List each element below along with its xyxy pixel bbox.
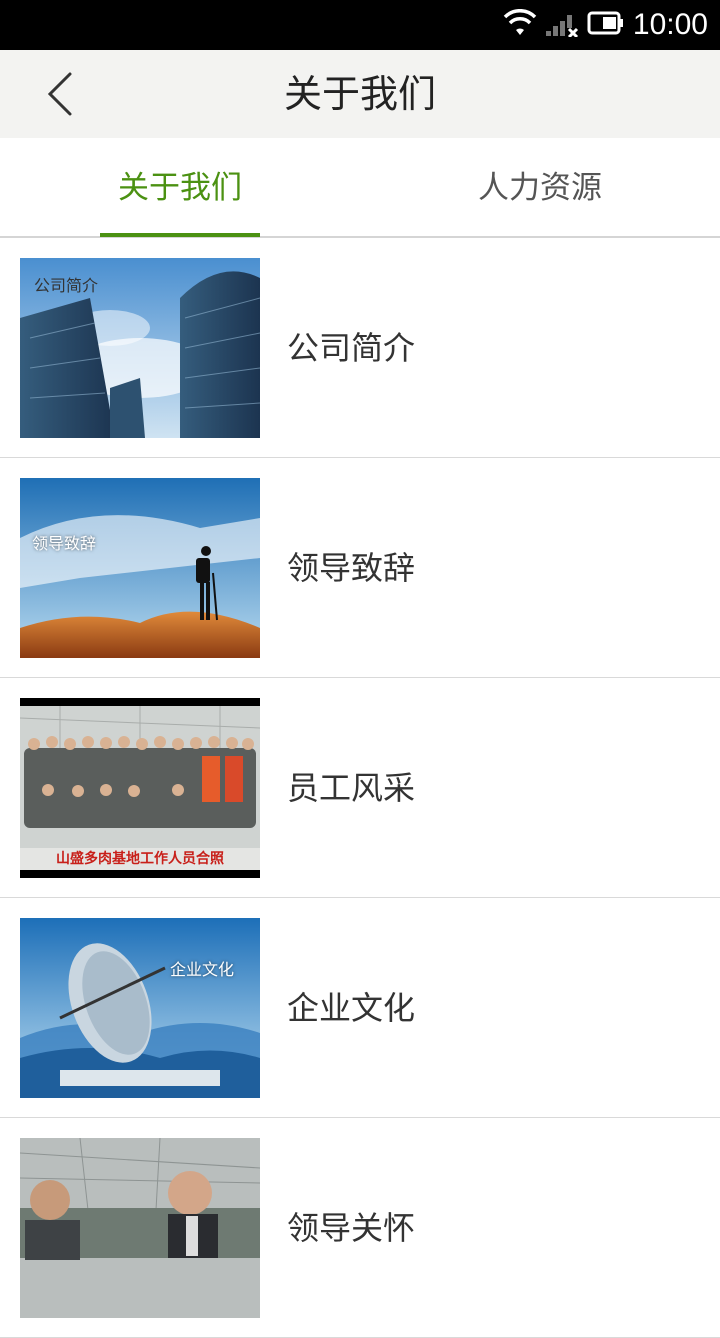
- status-icons: 10:00: [503, 0, 708, 50]
- list-item-leader-care[interactable]: 领导关怀: [0, 1118, 720, 1338]
- company-profile-image: 公司简介: [20, 258, 260, 438]
- leader-speech-image-caption: 领导致辞: [32, 534, 97, 553]
- tab-about-us[interactable]: 关于我们: [100, 138, 260, 238]
- list-item-company-profile[interactable]: 公司简介 公司简介: [0, 238, 720, 458]
- list-item-label: 员工风采: [287, 769, 416, 807]
- header: 关于我们: [0, 50, 720, 138]
- list-item-leader-speech[interactable]: 领导致辞 领导致辞: [0, 458, 720, 678]
- battery-icon: [587, 10, 625, 40]
- wifi-icon: [503, 9, 537, 41]
- list-item-staff-style[interactable]: 山盛多肉基地工作人员合照 员工风采: [0, 678, 720, 898]
- company-profile-image-caption: 公司简介: [34, 276, 99, 295]
- staff-photo-caption: 山盛多肉基地工作人员合照: [56, 851, 224, 867]
- leader-speech-image: 领导致辞: [20, 478, 260, 658]
- list-item-label: 领导关怀: [287, 1209, 416, 1247]
- tab-human-resources[interactable]: 人力资源: [460, 138, 620, 238]
- status-bar: 10:00: [0, 0, 720, 50]
- active-tab-indicator: [100, 233, 260, 237]
- tab-bar: 关于我们 人力资源: [0, 138, 720, 238]
- corporate-culture-image: 企业文化: [20, 918, 260, 1098]
- list-item-corporate-culture[interactable]: 企业文化 企业文化: [0, 898, 720, 1118]
- back-arrow-icon: [47, 72, 72, 116]
- signal-icon: [545, 9, 579, 41]
- page-title: 关于我们: [283, 72, 436, 116]
- staff-group-photo: 山盛多肉基地工作人员合照: [20, 698, 260, 878]
- about-list: 公司简介 公司简介 领导致辞 领导致辞 山盛多肉基地工作人员合照 员工风采 企业…: [0, 238, 720, 1338]
- leader-care-image: [20, 1138, 260, 1318]
- list-item-label: 领导致辞: [287, 549, 416, 587]
- back-button[interactable]: [30, 64, 90, 124]
- list-item-label: 企业文化: [287, 989, 416, 1027]
- corporate-culture-image-caption: 企业文化: [170, 960, 235, 979]
- list-item-label: 公司简介: [287, 329, 416, 367]
- clock: 10:00: [632, 8, 708, 41]
